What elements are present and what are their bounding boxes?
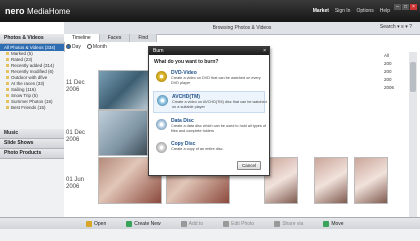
date-label: 01 Dec 2006 (66, 130, 86, 143)
window-controls: – □ × (394, 4, 417, 10)
edit-photo-button[interactable]: Edit Photo (223, 221, 254, 227)
burn-option-copy-disc[interactable]: Copy Disc Create a copy of an entire dis… (153, 139, 265, 159)
move-button[interactable]: Move (323, 221, 344, 227)
option-month[interactable]: Month (86, 44, 107, 50)
add-to-button[interactable]: Add to (180, 221, 203, 227)
option-description: Create a data disc which can be used to … (171, 124, 266, 133)
folder-icon (6, 82, 9, 86)
add-icon (180, 221, 187, 227)
tab-find[interactable]: Find (130, 34, 158, 42)
copy-disc-icon (156, 142, 167, 153)
folder-icon (6, 52, 9, 56)
timeline-labels: All 200 200 200 2006 (384, 52, 408, 92)
dialog-title: Burn (153, 48, 164, 54)
title-bar: nero MediaHome Market Sign In Options He… (0, 0, 420, 22)
folder-icon (6, 100, 9, 104)
photo-thumbnail[interactable] (98, 110, 148, 156)
view-options: Day Month (66, 44, 107, 50)
sidebar-section-photos[interactable]: Photos & Videos (0, 34, 64, 44)
share-via-button[interactable]: Share via (274, 221, 303, 227)
date-label: 01 Jun 2006 (66, 177, 85, 190)
close-window-button[interactable]: × (410, 4, 417, 10)
timeline-label[interactable]: 200 (384, 76, 408, 84)
option-day[interactable]: Day (66, 44, 81, 50)
maximize-button[interactable]: □ (402, 4, 409, 10)
folder-icon (6, 106, 9, 110)
sidebar-item-all-photos[interactable]: All Photos & Videos (334) (0, 44, 64, 51)
burn-option-dvd-video[interactable]: DVD-Video Create a video on DVD that can… (153, 68, 265, 88)
dialog-close-button[interactable]: × (263, 47, 266, 55)
tab-faces[interactable]: Faces (99, 34, 131, 42)
cancel-button[interactable]: Cancel (237, 161, 261, 170)
folder-icon (6, 88, 9, 92)
photo-thumbnail[interactable] (98, 70, 150, 110)
avchd-disc-icon (157, 95, 168, 106)
dialog-title-bar: Burn × (149, 47, 269, 55)
sidebar-section-photo-products[interactable]: Photo Products (0, 149, 64, 159)
option-description: Create a video on DVD that can be watche… (171, 76, 261, 85)
timeline-label[interactable]: 200 (384, 68, 408, 76)
data-disc-icon (156, 119, 167, 130)
app-window: nero MediaHome Market Sign In Options He… (0, 0, 420, 241)
folder-icon (6, 94, 9, 98)
photo-thumbnail[interactable] (314, 157, 348, 204)
dialog-question: What do you want to burn? (154, 59, 219, 65)
nav-help[interactable]: Help (380, 8, 390, 14)
tab-timeline[interactable]: Timeline (64, 34, 100, 42)
folder-icon (6, 64, 9, 68)
nav-options[interactable]: Options (356, 8, 373, 14)
nav-sign-in[interactable]: Sign In (335, 8, 351, 14)
option-description: Create a copy of an entire disc. (171, 147, 224, 151)
open-button[interactable]: Open (86, 221, 106, 227)
folder-open-icon (86, 221, 92, 227)
product-name: MediaHome (27, 7, 71, 16)
status-bar (0, 229, 420, 241)
vertical-scrollbar[interactable] (409, 52, 417, 217)
brand-name: nero (5, 6, 25, 16)
sidebar: Photos & Videos All Photos & Videos (334… (0, 34, 65, 217)
folder-icon (6, 70, 9, 74)
burn-dialog: Burn × What do you want to burn? DVD-Vid… (148, 46, 270, 176)
dvd-disc-icon (156, 71, 167, 82)
plus-icon (126, 221, 133, 227)
photo-thumbnail[interactable] (354, 157, 388, 204)
folder-icon (6, 58, 9, 62)
timeline-label[interactable]: 2006 (384, 84, 408, 92)
minimize-button[interactable]: – (394, 4, 401, 10)
page-title: Browsing Photos & Videos (212, 25, 272, 31)
move-icon (323, 221, 330, 227)
radio-icon (66, 44, 71, 50)
header-tools[interactable]: Search ▾ ≡ ▾ ? (380, 24, 412, 30)
option-description: Create a video on AVCHD(TM) disc that ca… (172, 100, 267, 109)
sidebar-section-music[interactable]: Music (0, 129, 64, 139)
create-new-button[interactable]: Create New (126, 221, 161, 227)
view-tabs: Timeline Faces Find (64, 34, 158, 42)
scrollbar-thumb[interactable] (410, 62, 416, 92)
burn-option-data-disc[interactable]: Data Disc Create a data disc which can b… (153, 116, 266, 136)
folder-icon (6, 76, 9, 80)
app-logo: nero MediaHome (5, 6, 70, 16)
date-label: 11 Dec 2006 (66, 80, 85, 93)
timeline-label[interactable]: 200 (384, 60, 408, 68)
radio-icon (86, 44, 92, 50)
sidebar-section-slideshows[interactable]: Slide Shows (0, 139, 64, 149)
burn-option-avchd[interactable]: AVCHD(TM) Create a video on AVCHD(TM) di… (153, 91, 267, 113)
top-nav: Market Sign In Options Help (313, 8, 390, 14)
timeline-label[interactable]: All (384, 52, 408, 60)
share-icon (274, 221, 281, 227)
nav-market[interactable]: Market (313, 8, 329, 14)
edit-icon (223, 221, 230, 227)
